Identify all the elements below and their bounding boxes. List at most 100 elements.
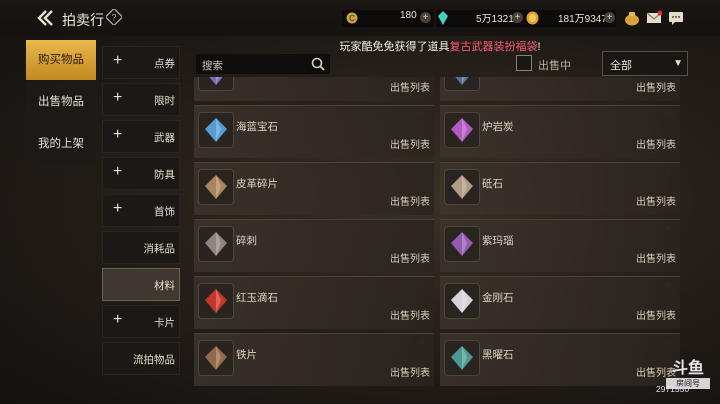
item-name: 红玉滴石: [236, 292, 278, 304]
on-sale-checkbox[interactable]: [516, 55, 532, 71]
category-item[interactable]: + 防具: [102, 157, 180, 190]
item-card[interactable]: 紫玛瑙 出售列表 ★: [440, 219, 680, 272]
tab-sell-items[interactable]: 出售物品: [26, 82, 96, 122]
dropdown-arrow-icon: ▼: [673, 58, 683, 69]
expand-plus-icon: +: [113, 163, 123, 180]
item-card[interactable]: 布片出售列表★: [440, 77, 680, 101]
tab-buy-items[interactable]: 购买物品: [26, 40, 96, 80]
expand-plus-icon: +: [113, 52, 123, 69]
expand-plus-icon: +: [113, 89, 123, 106]
category-item[interactable]: + 武器: [102, 120, 180, 153]
help-icon[interactable]: ?: [106, 9, 122, 25]
search-icon[interactable]: [311, 57, 325, 71]
search-placeholder: 搜索: [202, 60, 223, 72]
add-crystal-button[interactable]: +: [512, 12, 523, 23]
notice-suffix: !: [537, 41, 541, 53]
lava-coal-icon: [444, 112, 480, 148]
favorite-star-icon[interactable]: ★: [664, 337, 672, 348]
svg-text:?: ?: [111, 13, 116, 23]
favorite-star-icon[interactable]: ★: [418, 337, 426, 348]
item-card[interactable]: 碎刺 出售列表 ★: [194, 219, 434, 272]
item-card[interactable]: 铁片出售列表 ★: [194, 333, 434, 386]
category-item[interactable]: + 卡片: [102, 305, 180, 338]
diamond-icon: [444, 283, 480, 319]
coupon-icon: C: [346, 12, 358, 24]
aquamarine-icon: [198, 112, 234, 148]
sell-list-link[interactable]: 出售列表: [636, 193, 676, 208]
crystal-count: 5万1321: [476, 14, 514, 25]
expand-plus-icon: +: [113, 311, 123, 328]
purple-agate-icon: [444, 226, 480, 262]
tab-my-listings[interactable]: 我的上架: [26, 124, 96, 164]
item-name: 皮革碎片: [236, 178, 278, 190]
category-item[interactable]: + 首饰: [102, 194, 180, 227]
money-bag-icon[interactable]: [624, 10, 640, 26]
obsidian-icon: [444, 340, 480, 376]
category-list: + 点券 + 限时 + 武器 + 防具 + 首饰 消耗品 材料 + 卡片 流拍物品: [102, 46, 180, 379]
gold-count: 181万9347: [558, 14, 607, 25]
sell-list-link[interactable]: 出售列表: [636, 136, 676, 151]
favorite-star-icon[interactable]: ★: [664, 280, 672, 291]
item-name: 铁片: [236, 349, 257, 361]
back-arrow-icon[interactable]: [36, 9, 56, 27]
leather-icon: [198, 169, 234, 205]
item-card[interactable]: 砥石出售列表 ★: [440, 162, 680, 215]
favorite-star-icon[interactable]: ★: [418, 109, 426, 120]
cloth-icon: [444, 77, 480, 91]
sell-list-link[interactable]: 出售列表: [636, 250, 676, 265]
sell-list-link[interactable]: 出售列表: [390, 193, 430, 208]
ruby-icon: [198, 283, 234, 319]
item-card[interactable]: 海蓝宝石出售列表 ★: [194, 105, 434, 158]
room-number: 2971550: [656, 384, 690, 394]
category-item[interactable]: 流拍物品: [102, 342, 180, 375]
add-coupon-button[interactable]: +: [420, 12, 431, 23]
item-card[interactable]: 红玉滴石出售列表 ★: [194, 276, 434, 329]
category-item-materials[interactable]: 材料: [102, 268, 180, 301]
sell-list-link[interactable]: 出售列表: [636, 79, 676, 94]
category-item[interactable]: + 限时: [102, 83, 180, 116]
crystal-icon: [438, 11, 448, 25]
favorite-star-icon[interactable]: ★: [418, 166, 426, 177]
coupon-count: 180: [400, 10, 417, 21]
sell-list-link[interactable]: 出售列表: [390, 364, 430, 379]
favorite-star-icon[interactable]: ★: [664, 109, 672, 120]
stream-watermark: 斗鱼 房间号 2971550: [656, 354, 710, 394]
sell-list-link[interactable]: 出售列表: [390, 250, 430, 265]
item-card[interactable]: 金刚石出售列表 ★: [440, 276, 680, 329]
item-card[interactable]: 炉岩炭 出售列表 ★: [440, 105, 680, 158]
gold-coin-icon: [526, 11, 539, 25]
search-input[interactable]: 搜索: [196, 54, 330, 74]
sell-list-link[interactable]: 出售列表: [636, 307, 676, 322]
expand-plus-icon: +: [113, 126, 123, 143]
favorite-star-icon[interactable]: ★: [418, 280, 426, 291]
page-title: 拍卖行: [62, 12, 104, 28]
notice-prefix: 玩家酷免免获得了道具: [339, 41, 450, 53]
sell-list-link[interactable]: 出售列表: [390, 136, 430, 151]
system-notice: 玩家酷免免获得了道具复古武器装扮福袋!: [200, 38, 680, 53]
item-card[interactable]: 皮革碎片出售列表 ★: [194, 162, 434, 215]
mail-icon[interactable]: [646, 10, 662, 26]
item-name: 海蓝宝石: [236, 121, 278, 133]
expand-plus-icon: +: [113, 200, 123, 217]
iron-piece-icon: [198, 340, 234, 376]
favorite-star-icon[interactable]: ★: [664, 166, 672, 177]
chat-icon[interactable]: [668, 10, 684, 26]
sell-list-link[interactable]: 出售列表: [390, 79, 430, 94]
item-card[interactable]: 元素结晶出售列表★: [194, 77, 434, 101]
item-name: 黑曜石: [482, 349, 514, 361]
item-name: 砥石: [482, 178, 503, 190]
category-item[interactable]: + 点券: [102, 46, 180, 79]
whetstone-icon: [444, 169, 480, 205]
favorite-star-icon[interactable]: ★: [418, 223, 426, 234]
add-gold-button[interactable]: +: [604, 12, 615, 23]
brand-logo: 斗鱼: [671, 360, 704, 377]
broken-thorn-icon: [198, 226, 234, 262]
filter-dropdown-value: 全部: [610, 60, 632, 72]
item-grid: 元素结晶出售列表★布片出售列表★海蓝宝石出售列表★炉岩炭出售列表★皮革碎片出售列…: [194, 77, 680, 404]
item-card[interactable]: 黑曜石 出售列表 ★: [440, 333, 680, 386]
favorite-star-icon[interactable]: ★: [664, 223, 672, 234]
category-item[interactable]: 消耗品: [102, 231, 180, 264]
sell-list-link[interactable]: 出售列表: [390, 307, 430, 322]
item-name: 金刚石: [482, 292, 514, 304]
filter-dropdown[interactable]: 全部 ▼: [602, 51, 688, 76]
